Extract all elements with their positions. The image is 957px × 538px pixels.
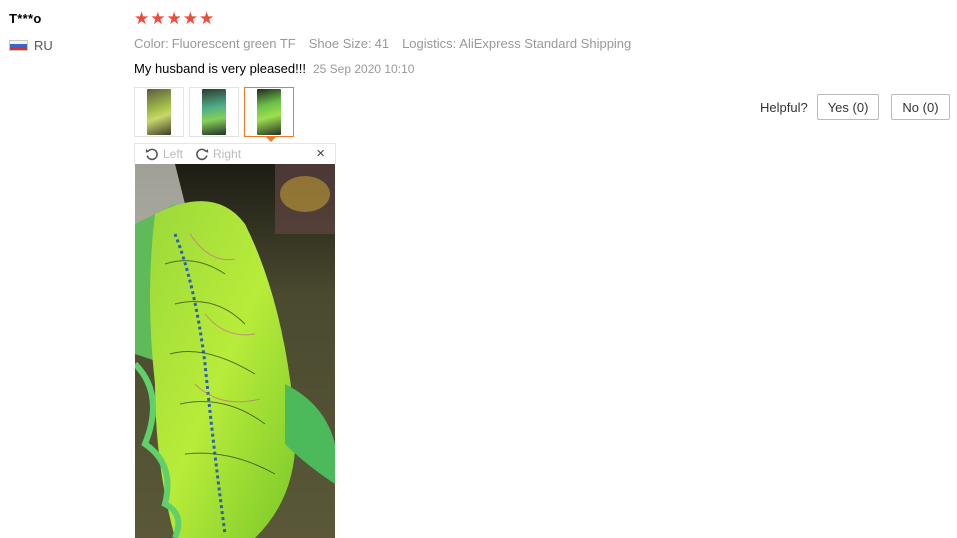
rotate-left-label: Left — [163, 147, 184, 161]
attribute-color: Color: Fluorescent green TF — [134, 36, 296, 51]
helpful-label: Helpful? — [760, 99, 808, 115]
helpful-vote: Helpful? Yes (0) No (0) — [760, 94, 950, 120]
country-code: RU — [34, 38, 53, 53]
star-icon: ★ — [134, 9, 150, 28]
attribute-value: Fluorescent green TF — [171, 36, 296, 51]
russia-flag-icon — [9, 40, 28, 51]
review-photo-thumbnail[interactable] — [189, 87, 239, 137]
review-content: My husband is very pleased!!! 25 Sep 2020… — [134, 61, 414, 76]
helpful-yes-button[interactable]: Yes (0) — [816, 94, 880, 120]
close-icon[interactable]: × — [316, 145, 325, 163]
selected-thumbnail-caret-icon — [265, 136, 277, 142]
star-icon: ★ — [199, 9, 215, 28]
rotate-right-icon — [196, 148, 209, 161]
review-photo-thumbnails — [134, 87, 294, 137]
rotate-left-button[interactable]: Left — [145, 147, 183, 161]
helpful-no-button[interactable]: No (0) — [891, 94, 950, 120]
review-text: My husband is very pleased!!! — [134, 61, 306, 76]
shoe-photo-icon — [257, 89, 281, 135]
shoe-photo — [135, 164, 335, 538]
rotate-left-icon — [145, 148, 158, 161]
rotate-right-label: Right — [213, 147, 242, 161]
rotate-right-button[interactable]: Right — [195, 147, 241, 161]
shoe-photo-icon — [202, 89, 226, 135]
review-photo-thumbnail[interactable] — [134, 87, 184, 137]
attribute-key: Color: — [134, 36, 169, 51]
reviewer-info: T***o — [9, 11, 42, 26]
star-rating: ★ ★ ★ ★ ★ — [134, 9, 214, 29]
reviewer-name: T***o — [9, 11, 42, 26]
shoe-photo-icon — [147, 89, 171, 135]
attribute-logistics: Logistics: AliExpress Standard Shipping — [402, 36, 631, 51]
attribute-value: AliExpress Standard Shipping — [459, 36, 632, 51]
attribute-value: 41 — [374, 36, 390, 51]
product-attributes: Color: Fluorescent green TF Shoe Size: 41 … — [134, 36, 644, 51]
star-icon: ★ — [166, 9, 182, 28]
star-icon: ★ — [182, 9, 198, 28]
photo-viewer-toolbar: Left Right × — [134, 143, 336, 164]
star-icon: ★ — [150, 9, 166, 28]
review-photo-thumbnail-selected[interactable] — [244, 87, 294, 137]
reviewer-country: RU — [9, 38, 53, 53]
attribute-key: Shoe Size: — [308, 36, 372, 51]
review-date: 25 Sep 2020 10:10 — [312, 62, 415, 76]
review-photo-large — [135, 164, 335, 538]
attribute-key: Logistics: — [402, 36, 457, 51]
attribute-shoe-size: Shoe Size: 41 — [309, 36, 389, 51]
